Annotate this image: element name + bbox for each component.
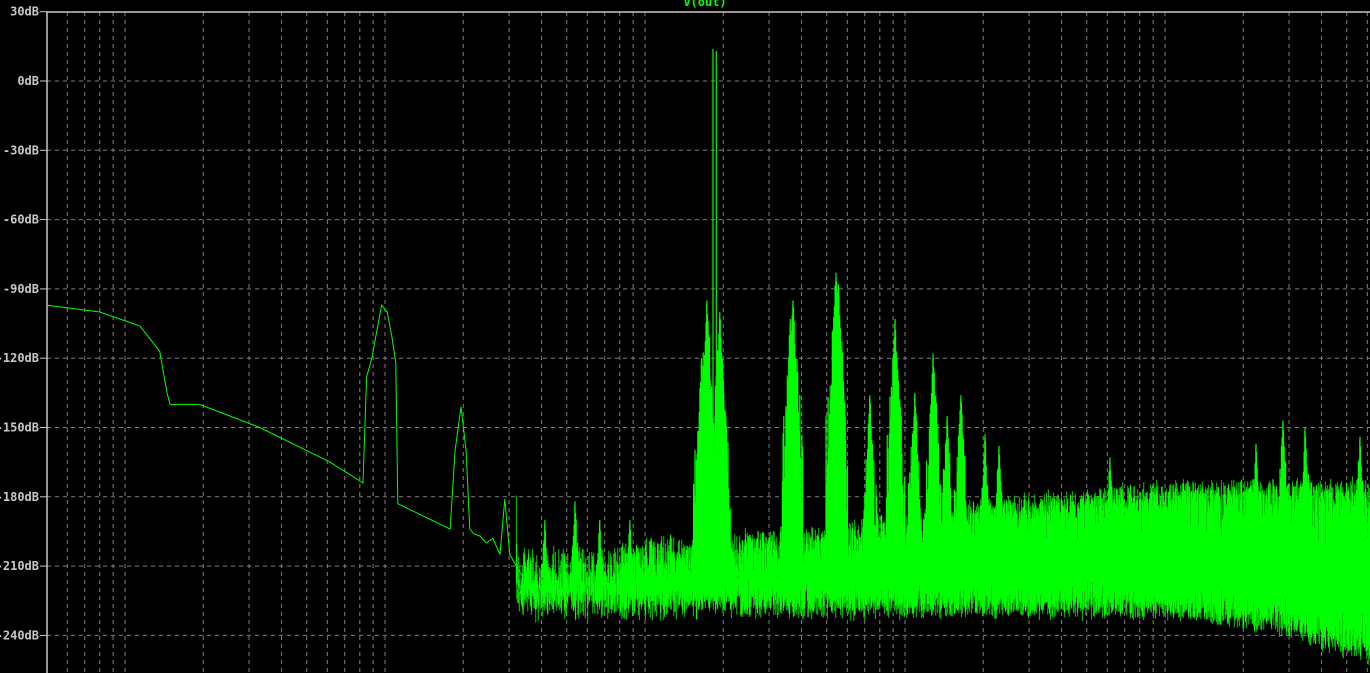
y-tick-label: -210dB bbox=[0, 559, 39, 573]
y-tick-label: -90dB bbox=[3, 282, 39, 296]
spike-mark bbox=[859, 395, 881, 598]
y-tick-label: -240dB bbox=[0, 628, 39, 642]
y-tick-label: 0dB bbox=[17, 74, 39, 88]
chart-title: V(out) bbox=[683, 0, 726, 9]
spike-mark bbox=[827, 284, 849, 601]
spike-mark bbox=[922, 353, 944, 600]
y-tick-label: -180dB bbox=[0, 490, 39, 504]
spike-mark bbox=[993, 446, 1005, 601]
y-tick-label: -30dB bbox=[3, 143, 39, 157]
y-tick-label: 30dB bbox=[10, 5, 39, 19]
series-line bbox=[46, 303, 524, 578]
spike-mark bbox=[596, 519, 603, 601]
fft-plot: 30dB 0dB -30dB -60dB -90dB -120dB -150dB -180dB… bbox=[0, 0, 1370, 673]
spike-mark bbox=[938, 415, 955, 601]
spike-mark bbox=[884, 318, 906, 600]
y-tick-label: -120dB bbox=[0, 351, 39, 365]
y-tick-label: -150dB bbox=[0, 421, 39, 435]
y-tick-label: -60dB bbox=[3, 213, 39, 227]
trace-vout bbox=[46, 48, 1370, 665]
